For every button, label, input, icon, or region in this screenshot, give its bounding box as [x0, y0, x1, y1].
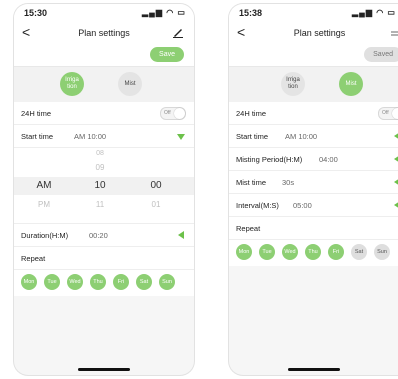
home-indicator[interactable] — [78, 368, 130, 371]
mist-time-row[interactable]: Mist time 30s — [229, 171, 398, 194]
status-time: 15:38 — [239, 8, 263, 18]
repeat-days: Mon Tue Wed Thu Fri Sat Sun — [14, 270, 194, 296]
duration-value: 00:20 — [89, 231, 108, 240]
signal-wifi-battery-icon: ▂▄▆ ◠ ▭ — [352, 8, 396, 17]
picker-hour-09[interactable]: 09 — [70, 163, 130, 172]
repeat-label: Repeat — [236, 224, 261, 233]
duration-row[interactable]: Duration(H:M) 00:20 — [14, 224, 194, 247]
mode-selector: Irriga tion Mist — [14, 66, 194, 102]
expand-down-icon[interactable] — [177, 134, 185, 140]
repeat-label: Repeat — [21, 254, 46, 263]
repeat-row: Repeat — [14, 247, 194, 270]
irrigation-mode-button[interactable]: Irriga tion — [281, 72, 305, 96]
start-time-label: Start time — [21, 132, 54, 141]
day-thu[interactable]: Thu — [90, 274, 106, 290]
nav-bar: < Plan settings — [14, 22, 194, 44]
picker-hour-10[interactable]: 10 — [70, 180, 130, 191]
time-picker[interactable]: AM PM 08 09 10 11 00 01 — [14, 148, 194, 224]
expand-icon[interactable] — [394, 178, 398, 186]
status-bar: 15:30 ▂▄▆ ◠ ▭ — [14, 4, 194, 22]
expand-icon[interactable] — [394, 132, 398, 140]
signal-wifi-battery-icon: ▂▄▆ ◠ ▭ — [142, 8, 186, 17]
misting-period-label: Misting Period(H:M) — [236, 155, 303, 164]
day-sun[interactable]: Sun — [374, 244, 390, 260]
start-time-label: Start time — [236, 132, 269, 141]
toggle-knob — [174, 108, 185, 119]
day-mon[interactable]: Mon — [236, 244, 252, 260]
24h-time-row: 24H time Off — [14, 102, 194, 125]
start-time-value: AM 10:00 — [74, 132, 107, 141]
expand-icon[interactable] — [394, 201, 398, 209]
mist-mode-button[interactable]: Mist — [118, 72, 142, 96]
home-indicator[interactable] — [287, 368, 340, 371]
24h-time-toggle[interactable]: Off — [160, 107, 186, 120]
picker-hour-11[interactable]: 11 — [70, 200, 130, 209]
interval-value: 05:00 — [293, 201, 312, 210]
picker-pm[interactable]: PM — [14, 200, 74, 209]
24h-time-row: 24H time Off — [229, 102, 398, 125]
duration-label: Duration(H:M) — [21, 231, 69, 240]
24h-time-toggle[interactable]: Off — [378, 107, 398, 120]
pencil-icon[interactable] — [172, 26, 184, 38]
24h-time-label: 24H time — [21, 109, 52, 118]
pencil-icon[interactable] — [390, 26, 398, 38]
mist-mode-button[interactable]: Mist — [339, 72, 363, 96]
nav-bar: < Plan settings — [229, 22, 398, 44]
status-bar: 15:38 ▂▄▆ ◠ ▭ — [229, 4, 398, 22]
toggle-knob — [392, 108, 398, 119]
interval-row[interactable]: Interval(M:S) 05:00 — [229, 194, 398, 217]
save-bar: Save — [14, 44, 194, 66]
picker-minute-00[interactable]: 00 — [126, 180, 186, 191]
save-bar: Saved — [229, 44, 398, 66]
phone-screen-left: 15:30 ▂▄▆ ◠ ▭ < Plan settings Save Irrig… — [14, 4, 194, 375]
picker-am[interactable]: AM — [14, 180, 74, 191]
misting-period-value: 04:00 — [319, 155, 338, 164]
picker-minute-01[interactable]: 01 — [126, 200, 186, 209]
collapse-left-icon[interactable] — [178, 231, 184, 239]
start-time-value: AM 10:00 — [285, 132, 318, 141]
start-time-row[interactable]: Start time AM 10:00 — [14, 125, 194, 148]
mist-time-value: 30s — [282, 178, 295, 187]
page-title: Plan settings — [293, 28, 346, 38]
phone-screen-right: 15:38 ▂▄▆ ◠ ▭ < Plan settings Saved Irri… — [229, 4, 398, 375]
day-sat[interactable]: Sat — [351, 244, 367, 260]
save-button[interactable]: Save — [150, 47, 184, 62]
irrigation-mode-button[interactable]: Irriga tion — [60, 72, 84, 96]
day-wed[interactable]: Wed — [282, 244, 298, 260]
page-title: Plan settings — [78, 28, 130, 38]
expand-icon[interactable] — [394, 155, 398, 163]
day-fri[interactable]: Fri — [328, 244, 344, 260]
day-thu[interactable]: Thu — [305, 244, 321, 260]
picker-hour-08[interactable]: 08 — [70, 150, 130, 157]
24h-time-label: 24H time — [236, 109, 267, 118]
day-sat[interactable]: Sat — [136, 274, 152, 290]
repeat-days: Mon Tue Wed Thu Fri Sat Sun — [229, 240, 398, 266]
day-mon[interactable]: Mon — [21, 274, 37, 290]
day-tue[interactable]: Tue — [44, 274, 60, 290]
interval-label: Interval(M:S) — [236, 201, 279, 210]
day-sun[interactable]: Sun — [159, 274, 175, 290]
misting-period-row[interactable]: Misting Period(H:M) 04:00 — [229, 148, 398, 171]
day-fri[interactable]: Fri — [113, 274, 129, 290]
day-tue[interactable]: Tue — [259, 244, 275, 260]
day-wed[interactable]: Wed — [67, 274, 83, 290]
repeat-row: Repeat — [229, 217, 398, 240]
mist-time-label: Mist time — [236, 178, 266, 187]
status-time: 15:30 — [24, 8, 48, 18]
toggle-state: Off — [164, 110, 171, 116]
saved-button[interactable]: Saved — [364, 47, 398, 62]
mode-selector: Irriga tion Mist — [229, 66, 398, 102]
start-time-row[interactable]: Start time AM 10:00 — [229, 125, 398, 148]
toggle-state: Off — [382, 110, 389, 116]
